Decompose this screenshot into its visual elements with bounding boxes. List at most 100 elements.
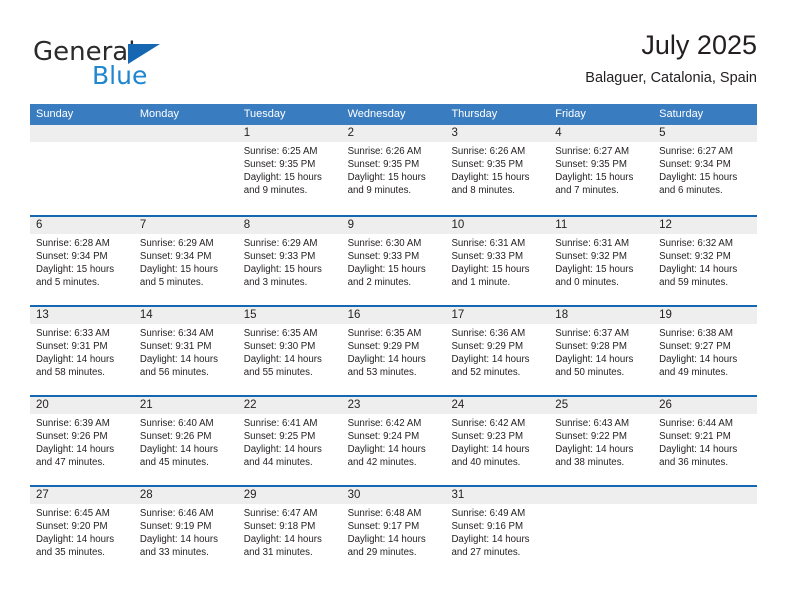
daylight-text-line1: Daylight: 14 hours bbox=[555, 354, 634, 366]
sunset-text: Sunset: 9:35 PM bbox=[451, 159, 524, 171]
calendar-day-cell[interactable]: 24 Sunrise: 6:42 AM Sunset: 9:23 PM Dayligh… bbox=[445, 397, 550, 485]
calendar-day-cell[interactable]: 10 Sunrise: 6:31 AM Sunset: 9:33 PM Dayligh… bbox=[445, 217, 550, 305]
sunrise-text: Sunrise: 6:29 AM bbox=[243, 238, 318, 249]
daylight-text-line1: Daylight: 15 hours bbox=[451, 264, 530, 276]
calendar-day-cell[interactable]: 8 Sunrise: 6:29 AM Sunset: 9:33 PM Daylight… bbox=[237, 217, 342, 305]
day-number: 12 bbox=[653, 217, 758, 234]
calendar-day-cell[interactable]: 29 Sunrise: 6:47 AM Sunset: 9:18 PM Dayligh… bbox=[237, 487, 342, 575]
sunset-text: Sunset: 9:33 PM bbox=[451, 251, 524, 263]
calendar-day-cell[interactable]: 1 Sunrise: 6:25 AM Sunset: 9:35 PM Daylight… bbox=[237, 125, 342, 215]
daylight-text-line1: Daylight: 15 hours bbox=[347, 264, 426, 276]
daylight-text-line1: Daylight: 14 hours bbox=[659, 444, 738, 456]
day-details: Sunrise: 6:35 AM Sunset: 9:30 PM Daylight:… bbox=[238, 324, 342, 379]
daylight-text-line1: Daylight: 14 hours bbox=[347, 354, 426, 366]
calendar-day-cell[interactable]: 5 Sunrise: 6:27 AM Sunset: 9:34 PM Daylight… bbox=[653, 125, 758, 215]
calendar-day-cell[interactable]: 21 Sunrise: 6:40 AM Sunset: 9:26 PM Dayligh… bbox=[133, 397, 238, 485]
calendar-day-cell[interactable]: 18 Sunrise: 6:37 AM Sunset: 9:28 PM Dayligh… bbox=[549, 307, 654, 395]
day-details: Sunrise: 6:26 AM Sunset: 9:35 PM Daylight:… bbox=[342, 142, 446, 197]
calendar-day-cell[interactable]: 3 Sunrise: 6:26 AM Sunset: 9:35 PM Daylight… bbox=[445, 125, 550, 215]
calendar-day-cell-empty bbox=[133, 125, 238, 215]
calendar-day-cell[interactable]: 31 Sunrise: 6:49 AM Sunset: 9:16 PM Dayligh… bbox=[445, 487, 550, 575]
day-number: 31 bbox=[445, 487, 550, 504]
general-blue-logo[interactable]: General Blue bbox=[30, 28, 250, 90]
sunset-text: Sunset: 9:31 PM bbox=[139, 341, 212, 353]
calendar-week-row: 20 Sunrise: 6:39 AM Sunset: 9:26 PM Dayligh… bbox=[30, 395, 758, 485]
day-details: Sunrise: 6:29 AM Sunset: 9:33 PM Daylight:… bbox=[238, 234, 342, 289]
daylight-text-line1: Daylight: 14 hours bbox=[451, 444, 530, 456]
calendar-day-cell[interactable]: 4 Sunrise: 6:27 AM Sunset: 9:35 PM Daylight… bbox=[549, 125, 654, 215]
day-number: 6 bbox=[30, 217, 134, 234]
sunset-text: Sunset: 9:20 PM bbox=[36, 521, 108, 533]
calendar-week-row: 6 Sunrise: 6:28 AM Sunset: 9:34 PM Daylight… bbox=[30, 215, 758, 305]
calendar-day-cell[interactable]: 23 Sunrise: 6:42 AM Sunset: 9:24 PM Dayligh… bbox=[341, 397, 446, 485]
calendar-day-cell[interactable]: 22 Sunrise: 6:41 AM Sunset: 9:25 PM Dayligh… bbox=[237, 397, 342, 485]
day-details: Sunrise: 6:29 AM Sunset: 9:34 PM Daylight:… bbox=[134, 234, 238, 289]
day-details: Sunrise: 6:28 AM Sunset: 9:34 PM Daylight:… bbox=[30, 234, 134, 289]
daylight-text-line2: and 3 minutes. bbox=[243, 277, 308, 289]
sunrise-text: Sunrise: 6:34 AM bbox=[139, 328, 214, 339]
sunrise-text: Sunrise: 6:42 AM bbox=[451, 418, 526, 429]
calendar-page: General Blue July 2025 Balaguer, Catalon… bbox=[0, 0, 792, 612]
day-details: Sunrise: 6:46 AM Sunset: 9:19 PM Daylight:… bbox=[134, 504, 238, 559]
sunset-text: Sunset: 9:34 PM bbox=[659, 159, 731, 171]
calendar-day-cell[interactable]: 12 Sunrise: 6:32 AM Sunset: 9:32 PM Dayligh… bbox=[653, 217, 758, 305]
daylight-text-line1: Daylight: 14 hours bbox=[659, 354, 738, 366]
sunset-text: Sunset: 9:16 PM bbox=[451, 521, 524, 533]
day-details: Sunrise: 6:41 AM Sunset: 9:25 PM Daylight:… bbox=[238, 414, 342, 469]
calendar-day-cell[interactable]: 14 Sunrise: 6:34 AM Sunset: 9:31 PM Dayligh… bbox=[133, 307, 238, 395]
daylight-text-line1: Daylight: 15 hours bbox=[555, 172, 634, 184]
calendar-day-cell[interactable]: 6 Sunrise: 6:28 AM Sunset: 9:34 PM Daylight… bbox=[30, 217, 134, 305]
day-number: 23 bbox=[341, 397, 446, 414]
calendar-day-cell[interactable]: 30 Sunrise: 6:48 AM Sunset: 9:17 PM Dayligh… bbox=[341, 487, 446, 575]
day-number: 19 bbox=[653, 307, 758, 324]
daylight-text-line2: and 8 minutes. bbox=[451, 185, 515, 197]
weekday-header-sunday: Sunday bbox=[36, 108, 74, 120]
calendar-day-cell[interactable]: 26 Sunrise: 6:44 AM Sunset: 9:21 PM Dayligh… bbox=[653, 397, 758, 485]
sunset-text: Sunset: 9:33 PM bbox=[347, 251, 420, 263]
day-details: Sunrise: 6:32 AM Sunset: 9:32 PM Daylight:… bbox=[653, 234, 757, 289]
sunrise-text: Sunrise: 6:43 AM bbox=[555, 418, 630, 429]
weekday-header-monday: Monday bbox=[139, 108, 179, 120]
daylight-text-line2: and 45 minutes. bbox=[139, 457, 209, 469]
calendar-day-cell[interactable]: 7 Sunrise: 6:29 AM Sunset: 9:34 PM Daylight… bbox=[133, 217, 238, 305]
daylight-text-line1: Daylight: 14 hours bbox=[659, 264, 738, 276]
sunset-text: Sunset: 9:34 PM bbox=[36, 251, 108, 263]
calendar-day-cell[interactable]: 25 Sunrise: 6:43 AM Sunset: 9:22 PM Dayligh… bbox=[549, 397, 654, 485]
day-number: 24 bbox=[445, 397, 550, 414]
weeks-container: 1 Sunrise: 6:25 AM Sunset: 9:35 PM Daylight… bbox=[30, 125, 758, 575]
weekday-header-tuesday: Tuesday bbox=[243, 108, 286, 120]
calendar-day-cell[interactable]: 28 Sunrise: 6:46 AM Sunset: 9:19 PM Dayligh… bbox=[133, 487, 238, 575]
day-number: 16 bbox=[341, 307, 446, 324]
calendar-day-cell[interactable]: 19 Sunrise: 6:38 AM Sunset: 9:27 PM Dayligh… bbox=[653, 307, 758, 395]
daylight-text-line2: and 36 minutes. bbox=[659, 457, 729, 469]
daylight-text-line2: and 9 minutes. bbox=[243, 185, 308, 197]
daylight-text-line2: and 9 minutes. bbox=[347, 185, 412, 197]
calendar-day-cell[interactable]: 11 Sunrise: 6:31 AM Sunset: 9:32 PM Dayligh… bbox=[549, 217, 654, 305]
daylight-text-line1: Daylight: 14 hours bbox=[243, 354, 322, 366]
weekday-header-wednesday: Wednesday bbox=[347, 108, 406, 120]
daylight-text-line1: Daylight: 15 hours bbox=[243, 172, 322, 184]
calendar-day-cell[interactable]: 20 Sunrise: 6:39 AM Sunset: 9:26 PM Dayligh… bbox=[30, 397, 134, 485]
calendar-day-cell[interactable]: 2 Sunrise: 6:26 AM Sunset: 9:35 PM Daylight… bbox=[341, 125, 446, 215]
calendar-week-row: 27 Sunrise: 6:45 AM Sunset: 9:20 PM Dayligh… bbox=[30, 485, 758, 575]
day-number: 4 bbox=[549, 125, 654, 142]
sunrise-text: Sunrise: 6:42 AM bbox=[347, 418, 422, 429]
calendar-day-cell-empty bbox=[30, 125, 134, 215]
sunset-text: Sunset: 9:35 PM bbox=[243, 159, 316, 171]
sunrise-text: Sunrise: 6:45 AM bbox=[36, 508, 110, 519]
calendar-day-cell[interactable]: 15 Sunrise: 6:35 AM Sunset: 9:30 PM Dayligh… bbox=[237, 307, 342, 395]
location-subtitle: Balaguer, Catalonia, Spain bbox=[585, 70, 757, 86]
daylight-text-line1: Daylight: 14 hours bbox=[555, 444, 634, 456]
daylight-text-line1: Daylight: 15 hours bbox=[139, 264, 218, 276]
day-details: Sunrise: 6:42 AM Sunset: 9:24 PM Daylight:… bbox=[342, 414, 446, 469]
calendar-day-cell[interactable]: 17 Sunrise: 6:36 AM Sunset: 9:29 PM Dayligh… bbox=[445, 307, 550, 395]
logo-text-blue: Blue bbox=[92, 61, 148, 90]
day-number bbox=[653, 487, 758, 504]
calendar-day-cell[interactable]: 13 Sunrise: 6:33 AM Sunset: 9:31 PM Dayligh… bbox=[30, 307, 134, 395]
day-number: 21 bbox=[133, 397, 238, 414]
calendar-day-cell[interactable]: 9 Sunrise: 6:30 AM Sunset: 9:33 PM Daylight… bbox=[341, 217, 446, 305]
calendar-day-cell[interactable]: 27 Sunrise: 6:45 AM Sunset: 9:20 PM Dayligh… bbox=[30, 487, 134, 575]
calendar-day-cell[interactable]: 16 Sunrise: 6:35 AM Sunset: 9:29 PM Dayligh… bbox=[341, 307, 446, 395]
day-number: 7 bbox=[133, 217, 238, 234]
day-details: Sunrise: 6:27 AM Sunset: 9:34 PM Daylight:… bbox=[653, 142, 757, 197]
